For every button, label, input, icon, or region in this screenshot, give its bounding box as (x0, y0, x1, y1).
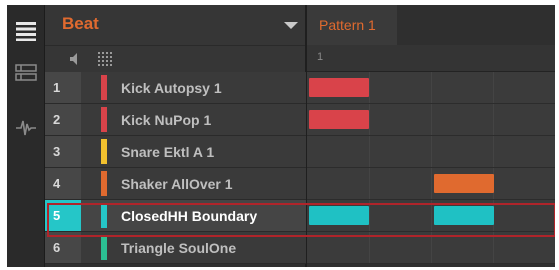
sound-name: Shaker AllOver 1 (121, 176, 233, 192)
pattern-lane-5[interactable] (307, 200, 555, 232)
sound-slot-2[interactable]: 2 Kick NuPop 1 (45, 104, 306, 136)
sound-list-toolbar (45, 45, 306, 72)
note-event[interactable] (434, 174, 494, 193)
group-header[interactable]: Beat (45, 5, 306, 45)
pattern-header: Pattern 1 (307, 5, 555, 46)
timeline-ruler[interactable]: 1 (307, 45, 555, 72)
pattern-tab[interactable]: Pattern 1 (307, 5, 397, 45)
waveform-view-button[interactable] (11, 113, 40, 141)
pattern-lane-2[interactable] (307, 104, 555, 136)
grid-line (369, 104, 370, 135)
grid-line (431, 136, 432, 167)
pattern-lane-3[interactable] (307, 136, 555, 168)
list-view-icon (15, 22, 36, 41)
slot-number: 2 (45, 104, 81, 135)
grid-line (369, 72, 370, 103)
slot-number: 1 (45, 72, 81, 103)
sound-name: Kick NuPop 1 (121, 112, 212, 128)
pattern-name: Pattern 1 (319, 17, 376, 33)
note-event[interactable] (309, 110, 369, 129)
grid-line (493, 232, 494, 263)
pattern-lane-6[interactable] (307, 232, 555, 264)
sound-name: Kick Autopsy 1 (121, 80, 222, 96)
note-event[interactable] (309, 206, 369, 225)
pattern-lane-4[interactable] (307, 168, 555, 200)
grid-line (431, 72, 432, 103)
mixer-view-button[interactable] (11, 59, 40, 87)
chevron-down-icon[interactable] (284, 22, 298, 29)
pattern-lane-1[interactable] (307, 72, 555, 104)
grid-line (369, 200, 370, 231)
sound-color-indicator (101, 107, 107, 132)
slot-number: 6 (45, 232, 81, 263)
grid-line (431, 232, 432, 263)
grid-line (369, 232, 370, 263)
sound-list-editor: Beat Pattern 1 1 1 Kick Autopsy 1 2 Kick… (7, 5, 555, 267)
slot-number: 5 (45, 200, 81, 231)
group-name: Beat (62, 14, 99, 33)
list-view-button[interactable] (11, 17, 40, 45)
note-event[interactable] (309, 78, 369, 97)
sound-color-indicator (101, 171, 107, 196)
grid-line (493, 104, 494, 135)
grid-line (431, 200, 432, 231)
grid-line (431, 168, 432, 199)
waveform-icon (15, 120, 36, 136)
grid-line (369, 168, 370, 199)
sound-slot-5[interactable]: 5 ClosedHH Boundary (45, 200, 306, 232)
grid-line (493, 136, 494, 167)
note-event[interactable] (434, 206, 494, 225)
sound-name: Triangle SoulOne (121, 240, 237, 256)
slot-number: 4 (45, 168, 81, 199)
grid-line (369, 136, 370, 167)
sound-slot-1[interactable]: 1 Kick Autopsy 1 (45, 72, 306, 104)
mixer-view-icon (14, 64, 37, 81)
sound-color-indicator (101, 203, 107, 228)
sound-name: Snare Ektl A 1 (121, 144, 215, 160)
slot-number: 3 (45, 136, 81, 167)
sound-color-indicator (101, 75, 107, 100)
sound-slot-6[interactable]: 6 Triangle SoulOne (45, 232, 306, 264)
sound-name: ClosedHH Boundary (121, 208, 258, 224)
grid-line (431, 104, 432, 135)
ruler-bar-label: 1 (317, 51, 324, 63)
sound-slot-3[interactable]: 3 Snare Ektl A 1 (45, 136, 306, 168)
speaker-icon[interactable] (69, 52, 83, 66)
sound-color-indicator (101, 235, 107, 260)
sound-slot-4[interactable]: 4 Shaker AllOver 1 (45, 168, 306, 200)
sound-color-indicator (101, 139, 107, 164)
grid-line (493, 72, 494, 103)
view-strip (7, 5, 45, 267)
grid-icon[interactable] (97, 51, 113, 67)
